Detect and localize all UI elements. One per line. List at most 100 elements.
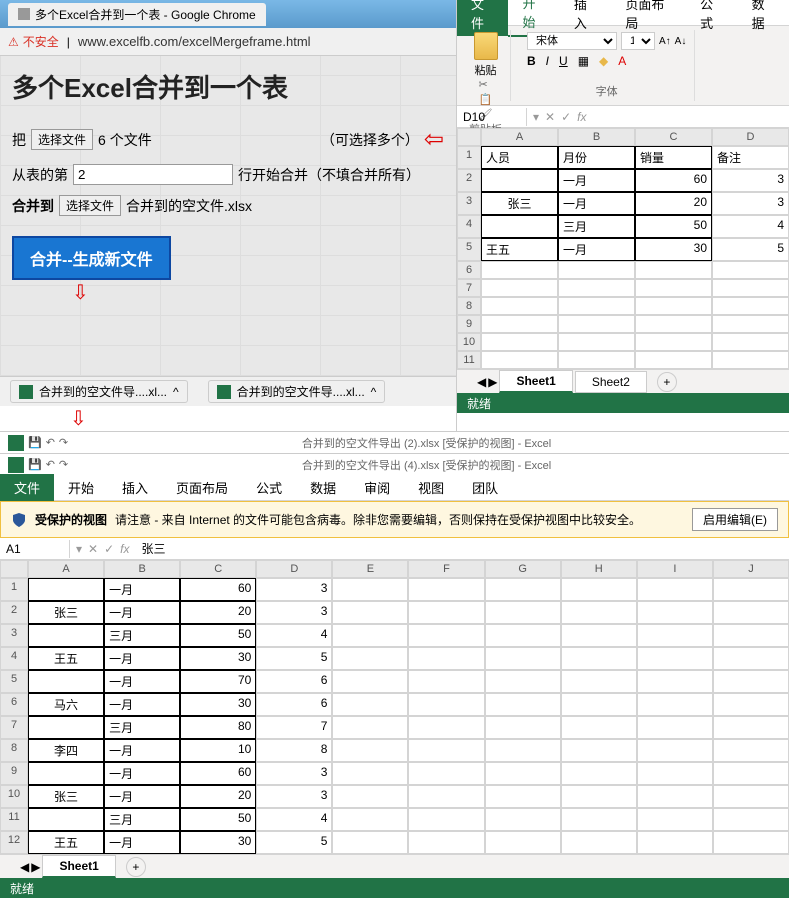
col-header[interactable]: D — [256, 560, 332, 578]
cell[interactable] — [637, 762, 713, 785]
italic-button[interactable]: I — [546, 54, 549, 68]
cell[interactable] — [635, 315, 712, 333]
cell[interactable] — [485, 670, 561, 693]
chevron-up-icon[interactable]: ^ — [173, 385, 179, 399]
cell[interactable]: 一月 — [558, 192, 635, 215]
cell[interactable] — [637, 808, 713, 831]
cell[interactable] — [713, 739, 789, 762]
cell[interactable]: 70 — [180, 670, 256, 693]
cell[interactable]: 6 — [256, 693, 332, 716]
cell[interactable] — [561, 647, 637, 670]
add-sheet-button[interactable]: + — [126, 857, 146, 877]
download-item-1[interactable]: 合并到的空文件导....xl... ^ — [10, 380, 188, 403]
cell[interactable] — [561, 716, 637, 739]
cell[interactable]: 3 — [256, 578, 332, 601]
merge-button[interactable]: 合并--生成新文件 — [12, 236, 171, 280]
col-header[interactable]: B — [104, 560, 180, 578]
cell[interactable] — [332, 716, 408, 739]
cell[interactable] — [637, 578, 713, 601]
cell[interactable]: 王五 — [28, 831, 104, 854]
cell[interactable] — [637, 670, 713, 693]
col-header[interactable]: E — [332, 560, 408, 578]
confirm-icon[interactable]: ✓ — [561, 110, 571, 124]
col-header[interactable]: C — [180, 560, 256, 578]
cell[interactable] — [712, 351, 789, 369]
row-header[interactable]: 3 — [457, 192, 481, 215]
sheet-tab[interactable]: Sheet1 — [499, 370, 572, 393]
cell[interactable] — [481, 297, 558, 315]
underline-button[interactable]: U — [559, 54, 568, 68]
cell[interactable] — [485, 647, 561, 670]
cell[interactable]: 10 — [180, 739, 256, 762]
cell[interactable]: 3 — [712, 192, 789, 215]
row-header[interactable]: 8 — [0, 739, 28, 762]
cell[interactable] — [637, 831, 713, 854]
nav-prev-icon[interactable]: ◀ — [20, 860, 29, 874]
cell[interactable] — [485, 601, 561, 624]
cell[interactable] — [332, 647, 408, 670]
cell[interactable]: 三月 — [558, 215, 635, 238]
col-header[interactable]: F — [408, 560, 484, 578]
cell[interactable]: 王五 — [481, 238, 558, 261]
cell[interactable]: 3 — [256, 601, 332, 624]
cell[interactable]: 20 — [180, 785, 256, 808]
cell[interactable]: 5 — [712, 238, 789, 261]
row-header[interactable]: 5 — [457, 238, 481, 261]
chrome-tab[interactable]: 多个Excel合并到一个表 - Google Chrome — [8, 3, 266, 26]
spreadsheet-grid[interactable]: A B C D 1 人员 月份 销量 备注 2 一月 60 3 3 张三 一月 … — [457, 128, 789, 369]
bold-button[interactable]: B — [527, 54, 536, 68]
cell[interactable] — [332, 762, 408, 785]
cell[interactable]: 50 — [180, 624, 256, 647]
cell[interactable]: 80 — [180, 716, 256, 739]
row-header[interactable]: 10 — [457, 333, 481, 351]
row-header[interactable]: 4 — [0, 647, 28, 670]
cell[interactable]: 30 — [180, 693, 256, 716]
cell[interactable]: 一月 — [104, 762, 180, 785]
cell[interactable]: 5 — [256, 647, 332, 670]
cell[interactable] — [713, 693, 789, 716]
row-header[interactable]: 9 — [0, 762, 28, 785]
cell[interactable] — [28, 670, 104, 693]
download-item-2[interactable]: 合并到的空文件导....xl... ^ — [208, 380, 386, 403]
cell[interactable]: 20 — [180, 601, 256, 624]
nav-next-icon[interactable]: ▶ — [31, 860, 40, 874]
cell[interactable]: 5 — [256, 831, 332, 854]
cell[interactable] — [481, 351, 558, 369]
cell[interactable]: 人员 — [481, 146, 558, 169]
cell[interactable]: 一月 — [558, 169, 635, 192]
cell[interactable] — [713, 578, 789, 601]
url-bar[interactable]: ⚠ 不安全 | www.excelfb.com/excelMergeframe.… — [0, 28, 456, 56]
cell[interactable]: 一月 — [104, 670, 180, 693]
select-files-button[interactable]: 选择文件 — [31, 129, 93, 150]
cell[interactable] — [28, 808, 104, 831]
cell[interactable]: 7 — [256, 716, 332, 739]
cell[interactable]: 3 — [712, 169, 789, 192]
col-header[interactable]: A — [481, 128, 558, 146]
cell[interactable] — [713, 670, 789, 693]
select-target-button[interactable]: 选择文件 — [59, 195, 121, 216]
cell[interactable] — [408, 762, 484, 785]
row-header[interactable]: 1 — [457, 146, 481, 169]
cell[interactable]: 三月 — [104, 624, 180, 647]
col-header[interactable]: G — [485, 560, 561, 578]
cell[interactable] — [408, 716, 484, 739]
cell[interactable] — [408, 785, 484, 808]
cell[interactable] — [635, 351, 712, 369]
cell[interactable]: 一月 — [104, 785, 180, 808]
cell[interactable]: 3 — [256, 785, 332, 808]
cell[interactable] — [558, 261, 635, 279]
cell[interactable] — [558, 315, 635, 333]
cell[interactable] — [561, 762, 637, 785]
cell[interactable] — [712, 333, 789, 351]
cell[interactable] — [408, 647, 484, 670]
cell[interactable] — [561, 785, 637, 808]
cell[interactable] — [561, 693, 637, 716]
fx-icon[interactable]: fx — [120, 542, 129, 556]
nav-prev-icon[interactable]: ◀ — [477, 375, 486, 389]
cell[interactable] — [485, 693, 561, 716]
cell[interactable]: 30 — [635, 238, 712, 261]
cell[interactable] — [637, 601, 713, 624]
cell[interactable] — [561, 601, 637, 624]
tab-data[interactable]: 数据 — [296, 474, 350, 501]
cell[interactable] — [332, 601, 408, 624]
